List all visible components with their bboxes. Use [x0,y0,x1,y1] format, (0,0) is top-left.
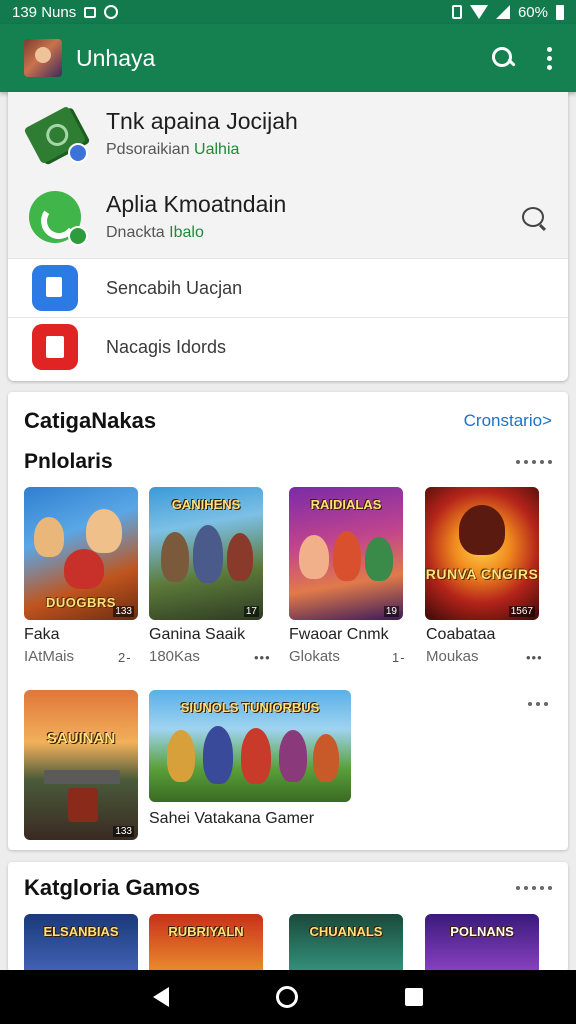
tile-caption: RUBRIYALN [168,924,244,939]
game-tile[interactable]: RUNVA CNGIRS 1567 [425,487,539,620]
tile-caption: RUNVA CNGIRS [425,566,539,582]
notification-card: Tnk apaina Jocijah Pdsoraikian Ualhia Ap… [8,92,568,381]
vibrate-icon [451,5,462,19]
game-meta: 180Kas [149,648,200,665]
see-more-link[interactable]: Cronstario> [464,411,552,431]
tile-count: 17 [243,606,259,617]
game-tile[interactable]: RAIDIALAS 19 [289,487,403,620]
recent-apps-icon[interactable] [404,988,423,1006]
app-title: Unhaya [76,44,156,71]
section-title: Katgloria Gamos [24,875,201,900]
game-tile[interactable]: POLNANS [425,914,539,972]
tile-caption: CHUANALS [309,924,383,939]
app-avatar[interactable] [24,39,62,77]
game-meta-extra[interactable]: ••• [526,650,543,665]
more-dots-icon[interactable] [516,886,552,890]
tile-count: 133 [113,606,134,617]
game-meta: IAtMais [24,648,75,665]
section-title: CatigaNakas [24,408,157,433]
game-tile[interactable]: CHUANALS [289,914,403,972]
game-categories-section: Katgloria Gamos ELSANBIAS RUBRIYALN CHUA… [8,862,568,972]
more-dots-icon[interactable] [516,460,552,464]
game-tile[interactable]: ELSANBIAS [24,914,138,972]
notification-item[interactable]: Nacagis Idords [8,317,568,376]
game-meta-extra: 2- [118,650,132,665]
notification-title: Tnk apaina Jocijah [106,108,298,134]
search-icon[interactable] [491,46,515,70]
notification-title: Aplia Kmoatndain [106,191,287,217]
notification-item[interactable]: Sencabih Uacjan [8,258,568,317]
game-tile[interactable]: GANIHENS 17 [149,487,263,620]
red-doc-icon [32,324,78,370]
back-icon[interactable] [153,987,170,1007]
tile-count: 1567 [508,606,535,617]
photo-icon [84,6,97,18]
status-bar: 139 Νuns 60% [0,0,576,24]
phone-badge-icon [68,225,88,246]
more-dots-icon[interactable] [528,702,548,706]
tile-count: 19 [383,606,399,617]
app-bar: Unhaya [0,24,576,92]
blue-doc-icon [32,265,78,311]
game-name: Faka [24,626,60,643]
more-options-icon[interactable] [539,46,560,70]
battery-percent: 60% [517,3,548,21]
phone-icon [26,188,88,246]
battery-icon [556,4,564,20]
game-tile[interactable]: DUOGBRS 133 [24,487,138,620]
messenger-badge-icon [68,142,88,163]
wifi-icon [469,5,488,19]
notification-subtitle: Pdsoraikian Ualhia [106,141,240,158]
categories-section: CatigaNakas Cronstario> Pnlolaris DUOGBR… [8,392,568,850]
game-tile[interactable]: SAUINAN 133 [24,690,138,840]
game-meta: Moukas [426,648,479,665]
game-name: Sahei Vatakana Gamer [149,810,315,827]
home-icon[interactable] [275,986,298,1008]
reply-icon[interactable] [522,206,544,227]
whatsapp-icon [104,5,119,19]
game-tile[interactable]: RUBRIYALN [149,914,263,972]
tile-caption: GANIHENS [171,497,241,512]
tile-caption: SAUINAN [46,730,116,747]
subsection-title: Pnlolaris [24,450,113,473]
tile-count: 133 [113,826,134,837]
game-tile[interactable]: SIUNOLS TUNIORBUS [149,690,351,802]
game-meta-extra: 1- [392,650,406,665]
notification-subtitle: Dnackta Ibalo [106,224,204,241]
game-name: Ganina Saaik [149,626,246,643]
tile-caption: POLNANS [450,924,514,939]
system-nav-bar [0,970,576,1024]
game-name: Coabataa [426,626,496,643]
notification-item[interactable]: Tnk apaina Jocijah Pdsoraikian Ualhia [8,92,568,175]
tile-caption: ELSANBIAS [43,924,119,939]
game-meta: Glokats [289,648,340,665]
game-meta-extra[interactable]: ••• [254,650,271,665]
notification-label: Sencabih Uacjan [106,277,243,298]
notification-label: Nacagis Idords [106,336,227,357]
tile-caption: SIUNOLS TUNIORBUS [180,700,320,715]
money-icon [23,105,88,164]
notification-item[interactable]: Aplia Kmoatndain Dnackta Ibalo [8,175,568,258]
signal-icon [495,5,510,19]
status-time: 139 Νuns [12,3,77,21]
game-name: Fwaoar Cnmk [289,626,389,643]
tile-caption: RAIDIALAS [310,497,382,512]
